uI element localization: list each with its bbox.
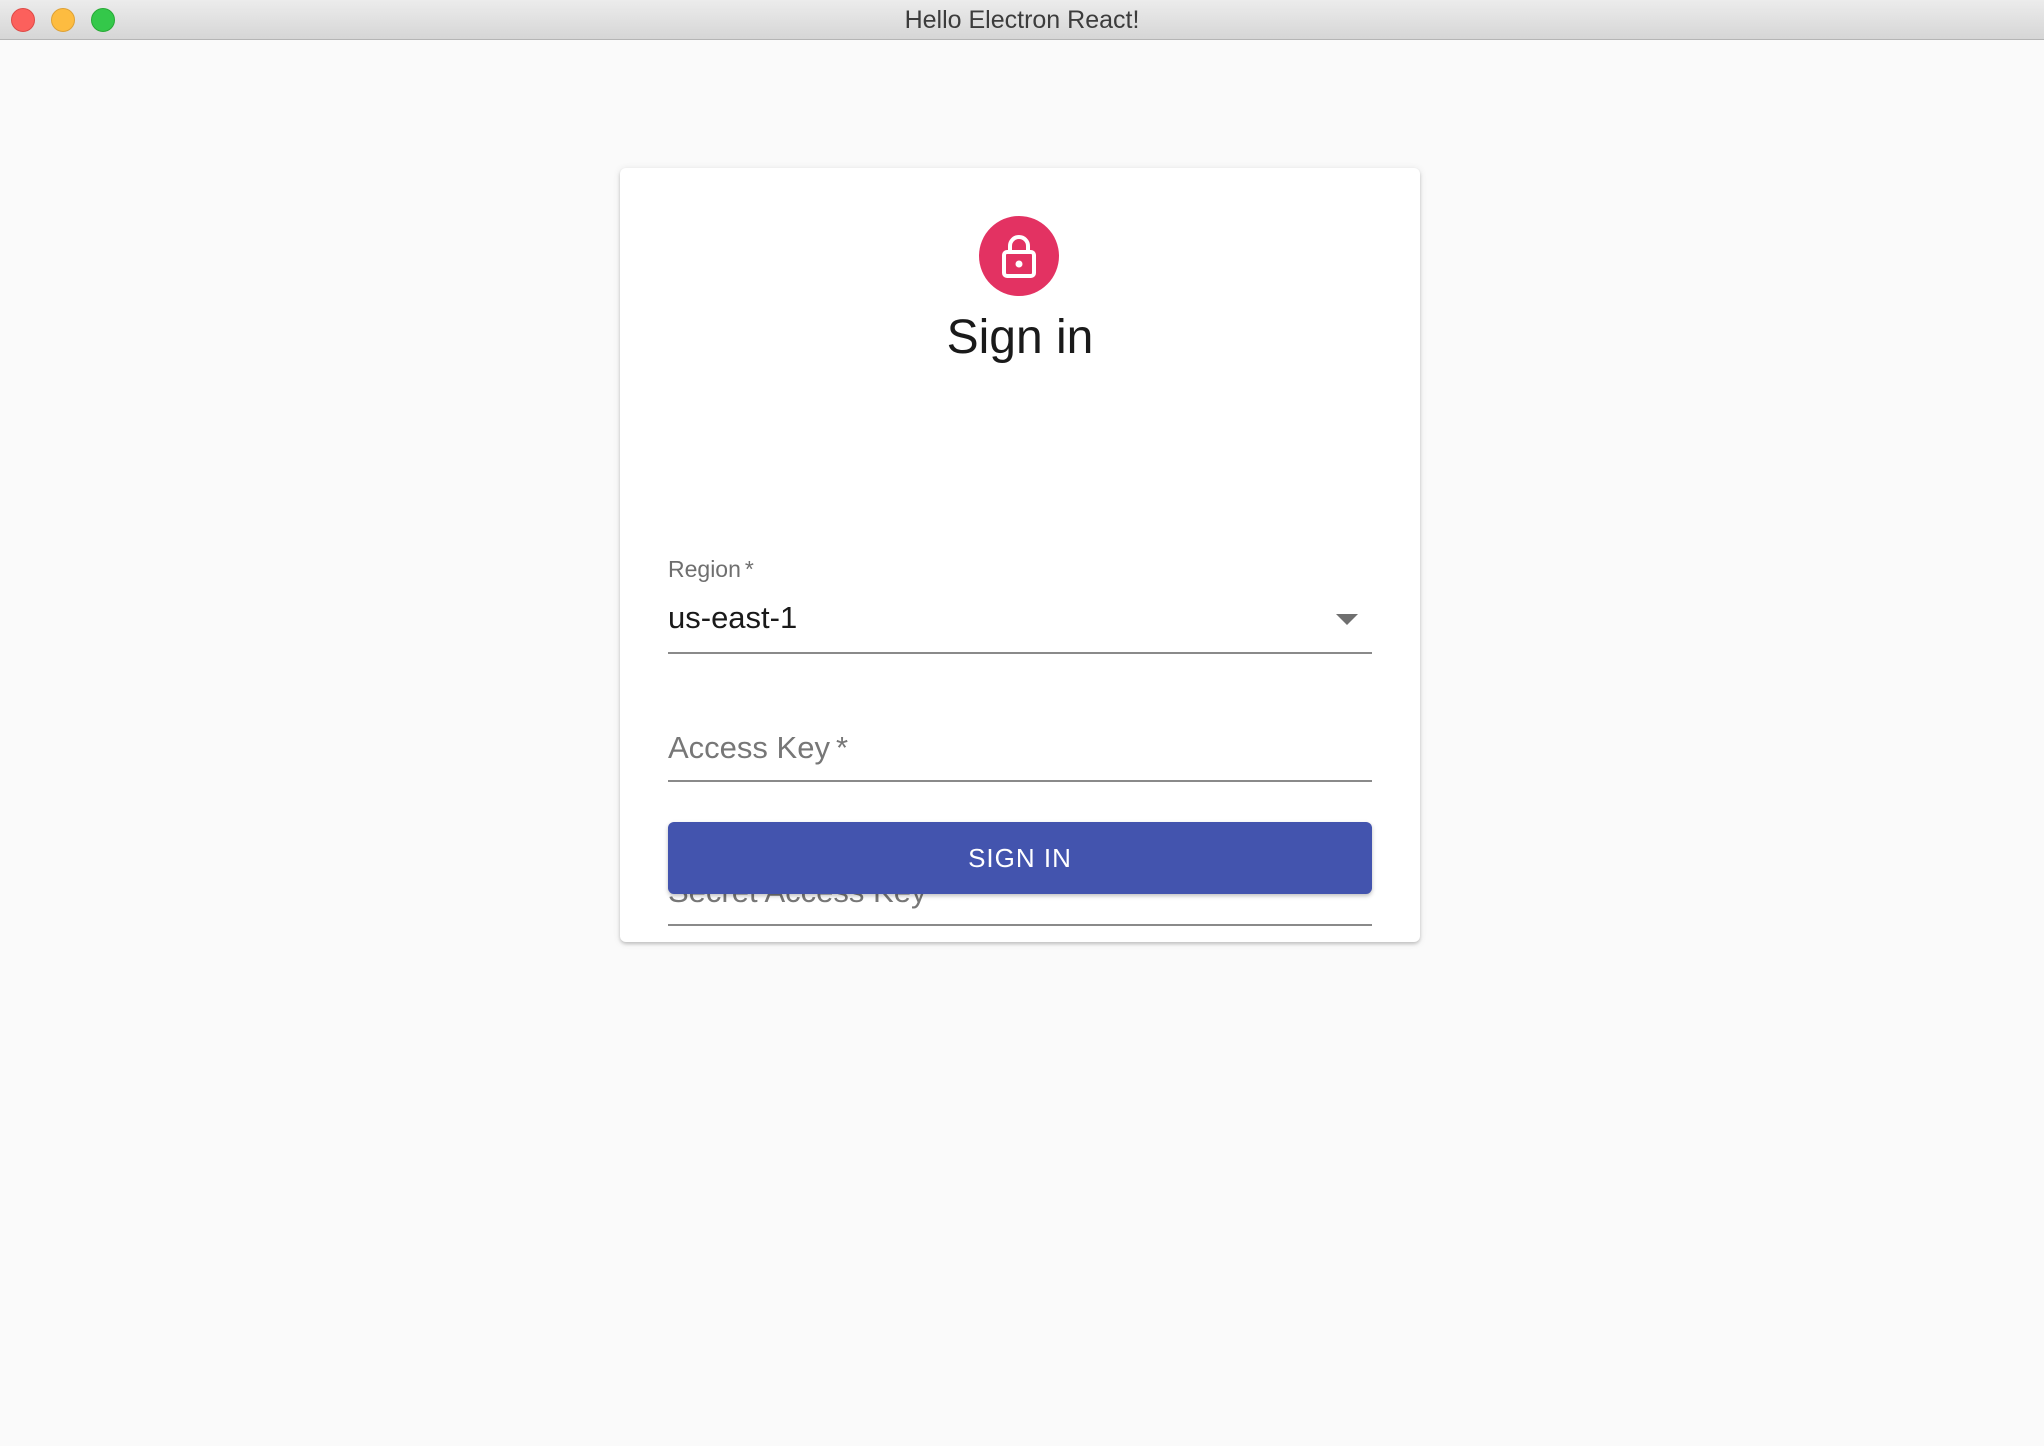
lock-avatar <box>979 216 1059 296</box>
sign-in-card: Sign in Region* us-east-1 Access Key* Se… <box>620 168 1420 942</box>
lock-icon <box>1002 235 1036 278</box>
page-title: Sign in <box>946 311 1094 364</box>
window-title: Hello Electron React! <box>904 6 1140 34</box>
dropdown-arrow-icon[interactable] <box>1336 614 1358 625</box>
sign-in-button[interactable]: SIGN IN <box>668 822 1372 894</box>
region-select[interactable]: Region * us-east-1 <box>668 556 1372 654</box>
region-label: Region * <box>668 556 754 582</box>
region-underline <box>668 652 1372 654</box>
access-key-underline <box>668 780 1372 782</box>
access-key-field[interactable]: Access Key * <box>668 718 1372 782</box>
required-marker: * <box>744 556 754 582</box>
region-value: us-east-1 <box>668 600 798 635</box>
secret-access-key-underline <box>668 924 1372 926</box>
required-marker: * <box>835 730 849 765</box>
window-titlebar: Hello Electron React! <box>0 0 2044 40</box>
access-key-label: Access Key * <box>668 730 849 765</box>
